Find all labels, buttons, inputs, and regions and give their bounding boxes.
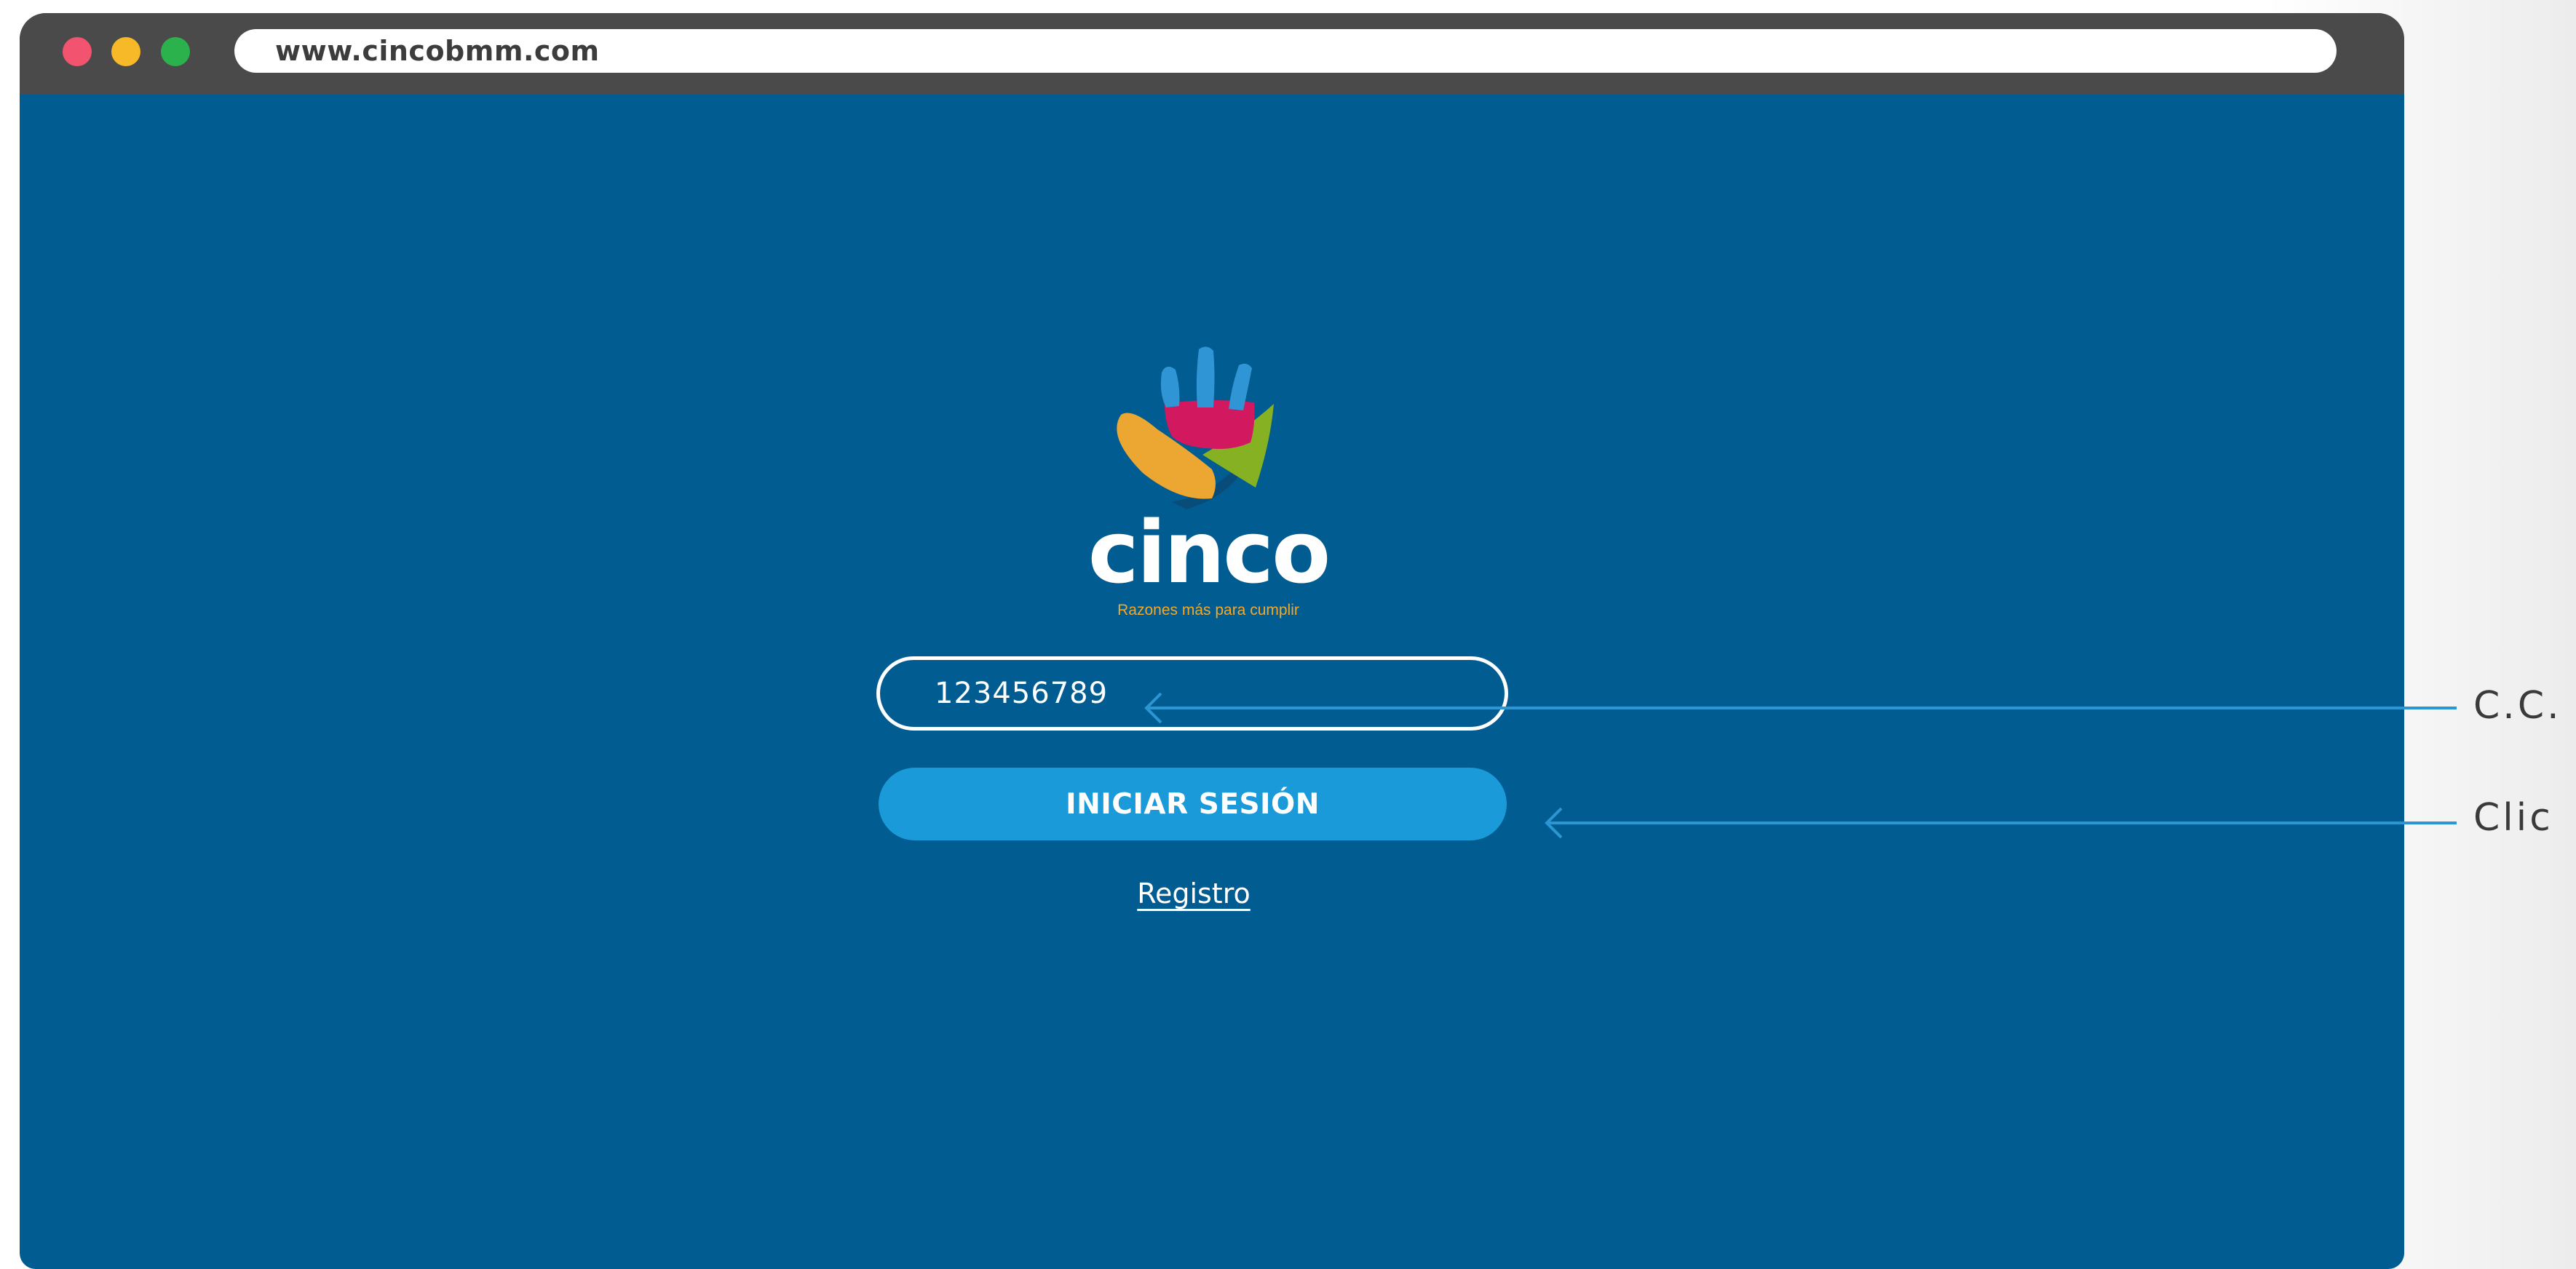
annotation-label-cc: C.C.	[2473, 684, 2562, 728]
close-window-button[interactable]	[63, 37, 92, 66]
maximize-window-button[interactable]	[161, 37, 190, 66]
id-number-input[interactable]	[876, 656, 1508, 731]
browser-window: www.cincobmm.com	[20, 13, 2404, 1269]
hand-icon	[1117, 346, 1274, 509]
annotation-label-clic: Clic	[2473, 796, 2553, 840]
minimize-window-button[interactable]	[111, 37, 140, 66]
address-bar-url: www.cincobmm.com	[275, 35, 600, 67]
logo-wordmark: cinco	[1087, 502, 1331, 602]
address-bar[interactable]: www.cincobmm.com	[234, 29, 2337, 73]
cinco-logo: cinco Razones más para cumplir	[1077, 327, 1339, 633]
register-link[interactable]: Registro	[1128, 878, 1259, 910]
login-button[interactable]: INICIAR SESIÓN	[879, 768, 1507, 840]
logo-tagline: Razones más para cumplir	[1117, 602, 1299, 618]
browser-titlebar: www.cincobmm.com	[20, 13, 2404, 95]
